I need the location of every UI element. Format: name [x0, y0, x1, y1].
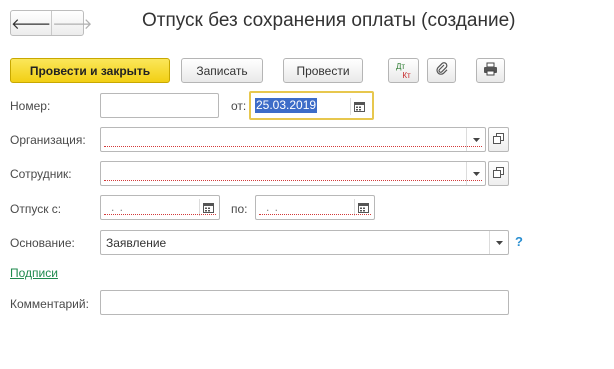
chevron-down-icon[interactable]: [489, 231, 508, 254]
leave-from-field[interactable]: . .: [100, 195, 220, 220]
basis-field[interactable]: Заявление: [100, 230, 509, 255]
date-value: 25.03.2019: [255, 98, 318, 113]
dt-kt-icon: Дт Кт: [395, 61, 411, 80]
basis-label: Основание:: [10, 236, 75, 250]
calendar-icon[interactable]: [350, 98, 368, 115]
help-icon[interactable]: ?: [515, 234, 523, 249]
basis-value: Заявление: [106, 236, 167, 250]
leave-from-label: Отпуск с:: [10, 202, 62, 216]
employee-label: Сотрудник:: [10, 167, 72, 181]
employee-open-button[interactable]: [488, 161, 509, 186]
chevron-down-icon[interactable]: [466, 162, 485, 185]
employee-field[interactable]: [100, 161, 486, 186]
kt-label: Кт: [402, 70, 411, 80]
open-window-icon: [493, 132, 504, 147]
dt-kt-button[interactable]: Дт Кт: [388, 58, 419, 83]
number-label: Номер:: [10, 99, 51, 113]
date-field[interactable]: 25.03.2019: [249, 91, 374, 120]
open-window-icon: [493, 166, 504, 181]
comment-field[interactable]: [100, 290, 509, 315]
leave-from-value: . .: [111, 200, 125, 214]
organization-label: Организация:: [10, 133, 86, 147]
signatures-link[interactable]: Подписи: [10, 266, 58, 280]
leave-to-label: по:: [231, 202, 248, 216]
number-field[interactable]: [100, 93, 219, 118]
save-button[interactable]: Записать: [181, 58, 263, 83]
leave-to-value: . .: [266, 200, 280, 214]
dt-label: Дт: [395, 61, 406, 71]
printer-icon: [483, 62, 498, 79]
paperclip-icon: [435, 62, 449, 79]
forward-arrow-icon[interactable]: 🡒: [52, 11, 92, 35]
post-and-close-button[interactable]: Провести и закрыть: [10, 58, 170, 83]
page-title: Отпуск без сохранения оплаты (создание): [142, 10, 516, 31]
back-arrow-icon[interactable]: 🡐: [11, 11, 53, 35]
calendar-icon[interactable]: [199, 199, 217, 216]
organization-field[interactable]: [100, 127, 486, 152]
navigation-buttons: 🡐 🡒: [10, 10, 92, 36]
leave-to-field[interactable]: . .: [255, 195, 375, 220]
attach-button[interactable]: [427, 58, 456, 83]
post-button[interactable]: Провести: [283, 58, 363, 83]
chevron-down-icon[interactable]: [466, 128, 485, 151]
organization-open-button[interactable]: [488, 127, 509, 152]
calendar-icon[interactable]: [354, 199, 372, 216]
comment-label: Комментарий:: [10, 297, 89, 311]
print-button[interactable]: [476, 58, 505, 83]
date-label: от:: [231, 99, 247, 113]
